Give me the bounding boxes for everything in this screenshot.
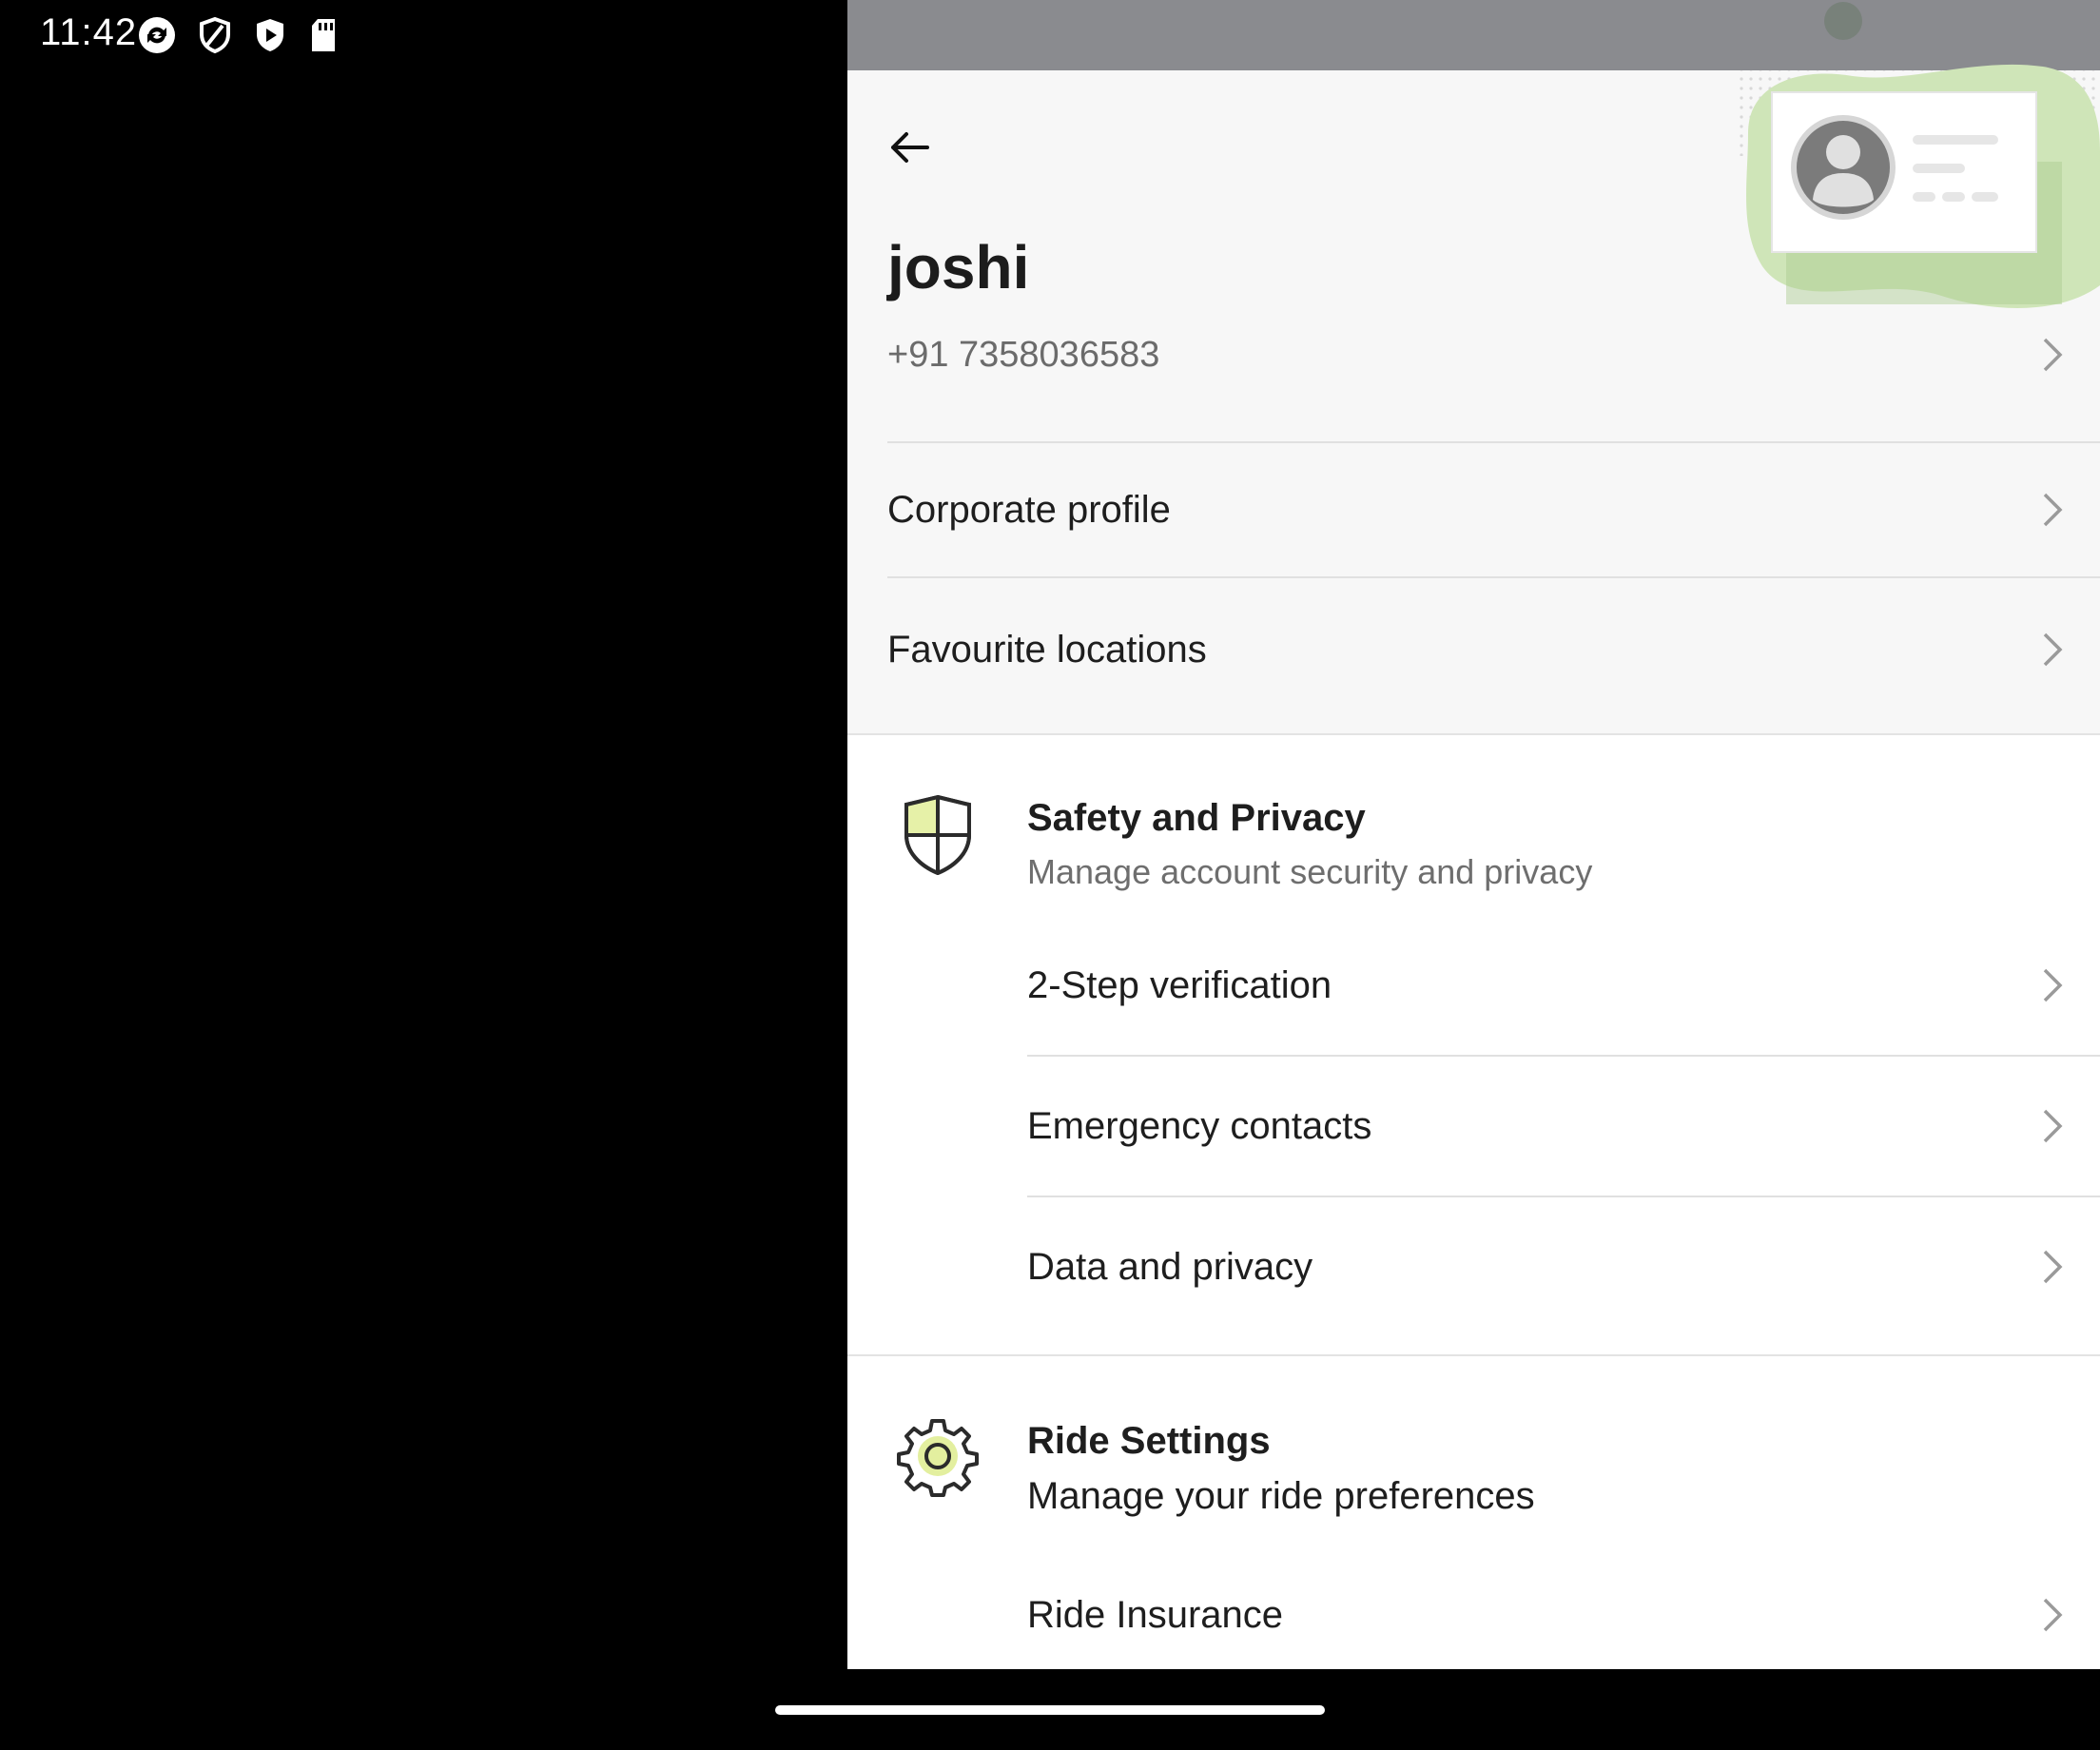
user-name: joshi [887, 233, 1030, 301]
two-step-verification-label: 2-Step verification [1027, 963, 1332, 1006]
chevron-right-icon [2033, 491, 2071, 529]
phone-number: +91 7358036583 [887, 334, 1160, 375]
arrow-left-icon [891, 132, 929, 163]
corporate-profile-row[interactable]: Corporate profile [887, 443, 2100, 578]
ride-settings-subtitle: Manage your ride preferences [1027, 1475, 1535, 1517]
ride-insurance-row[interactable]: Ride Insurance [1027, 1546, 2100, 1669]
data-and-privacy-row[interactable]: Data and privacy [1027, 1197, 2100, 1336]
safety-privacy-title: Safety and Privacy [1027, 797, 1366, 839]
favourite-locations-label: Favourite locations [887, 628, 1207, 671]
status-time: 11:42 [40, 11, 138, 53]
shield-icon [200, 16, 230, 54]
chevron-right-icon [2033, 1596, 2071, 1634]
ride-settings-title: Ride Settings [1027, 1420, 1271, 1462]
back-button[interactable] [880, 118, 939, 177]
two-step-verification-row[interactable]: 2-Step verification [1027, 916, 2100, 1057]
chevron-right-icon [2033, 631, 2071, 669]
play-shield-icon [257, 19, 283, 51]
sd-card-icon [312, 19, 335, 51]
sync-icon [139, 17, 175, 53]
shield-icon [904, 794, 971, 875]
favourite-locations-row[interactable]: Favourite locations [887, 578, 2100, 721]
chevron-right-icon [2033, 336, 2071, 374]
data-and-privacy-label: Data and privacy [1027, 1245, 1313, 1288]
gear-icon [897, 1419, 979, 1497]
emergency-contacts-row[interactable]: Emergency contacts [1027, 1057, 2100, 1197]
home-indicator[interactable] [775, 1705, 1325, 1715]
profile-panel: joshi +91 7358036583 Corporate profile F… [847, 0, 2100, 1669]
chevron-right-icon [2033, 1107, 2071, 1145]
emergency-contacts-label: Emergency contacts [1027, 1104, 1372, 1147]
status-notification-icons [137, 15, 339, 55]
corporate-profile-label: Corporate profile [887, 488, 1171, 531]
ride-insurance-label: Ride Insurance [1027, 1593, 1284, 1636]
section-divider [847, 1354, 2100, 1356]
safety-privacy-subtitle: Manage account security and privacy [1027, 852, 1593, 891]
chevron-right-icon [2033, 1248, 2071, 1286]
chevron-right-icon [2033, 966, 2071, 1004]
phone-number-row[interactable]: +91 7358036583 [887, 306, 2100, 443]
